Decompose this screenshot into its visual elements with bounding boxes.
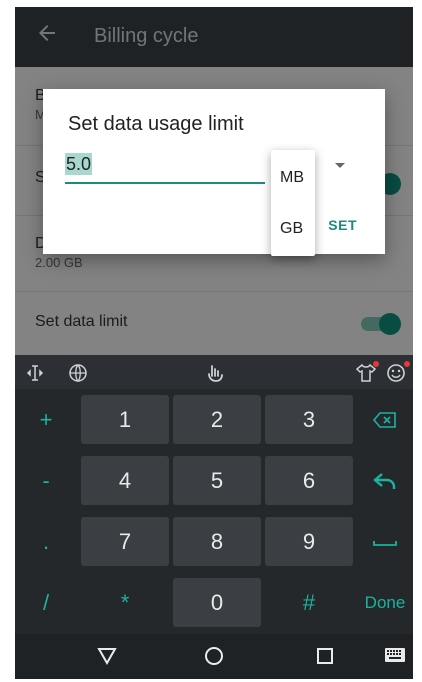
phone-screen: Billing cycle B M S D 2.00 GB Set data l… [15,7,413,679]
return-arrow-icon [373,472,396,489]
digit-4-key[interactable]: 4 [81,456,169,505]
enter-key[interactable] [357,456,413,505]
digit-6-key[interactable]: 6 [265,456,353,505]
limit-value-input[interactable]: 5.0 [65,152,265,184]
dialog-title: Set data usage limit [68,113,244,135]
recents-nav-icon[interactable] [316,647,334,665]
asterisk-key[interactable]: * [81,578,169,627]
minus-key[interactable]: - [15,456,77,505]
unit-dropdown-arrow-icon[interactable] [335,163,345,168]
notification-dot [404,361,410,367]
emoji-icon[interactable] [386,363,406,383]
done-key[interactable]: Done [357,578,413,627]
space-bar-icon [373,540,397,546]
plus-key[interactable]: + [15,395,77,444]
digit-7-key[interactable]: 7 [81,517,169,566]
keyboard-switch-icon[interactable] [384,647,406,663]
set-button[interactable]: SET [328,217,357,233]
keyboard-toolbar [15,355,413,389]
navigation-bar [15,634,413,679]
digit-5-key[interactable]: 5 [173,456,261,505]
gesture-touch-icon[interactable] [204,362,226,384]
back-nav-icon[interactable] [97,647,117,665]
hash-key[interactable]: # [265,578,353,627]
digit-2-key[interactable]: 2 [173,395,261,444]
globe-icon[interactable] [68,363,88,383]
digit-8-key[interactable]: 8 [173,517,261,566]
unit-option-gb[interactable]: GB [280,220,303,238]
unit-option-mb[interactable]: MB [280,169,304,187]
backspace-icon [373,411,396,428]
cursor-control-icon[interactable] [25,363,45,383]
home-nav-icon[interactable] [204,646,224,666]
data-limit-dialog: Set data usage limit 5.0 SET [43,89,385,254]
period-key[interactable]: . [15,517,77,566]
space-key[interactable] [357,517,413,566]
digit-9-key[interactable]: 9 [265,517,353,566]
notification-dot [373,361,379,367]
numeric-keyboard: + 1 2 3 - 4 5 6 . 7 8 9 / * 0 # Done [15,355,413,634]
digit-1-key[interactable]: 1 [81,395,169,444]
digit-3-key[interactable]: 3 [265,395,353,444]
backspace-key[interactable] [357,395,413,444]
limit-value-text: 5.0 [65,153,93,175]
unit-dropdown-menu: MB GB [271,150,315,256]
slash-key[interactable]: / [15,578,77,627]
digit-0-key[interactable]: 0 [173,578,261,627]
